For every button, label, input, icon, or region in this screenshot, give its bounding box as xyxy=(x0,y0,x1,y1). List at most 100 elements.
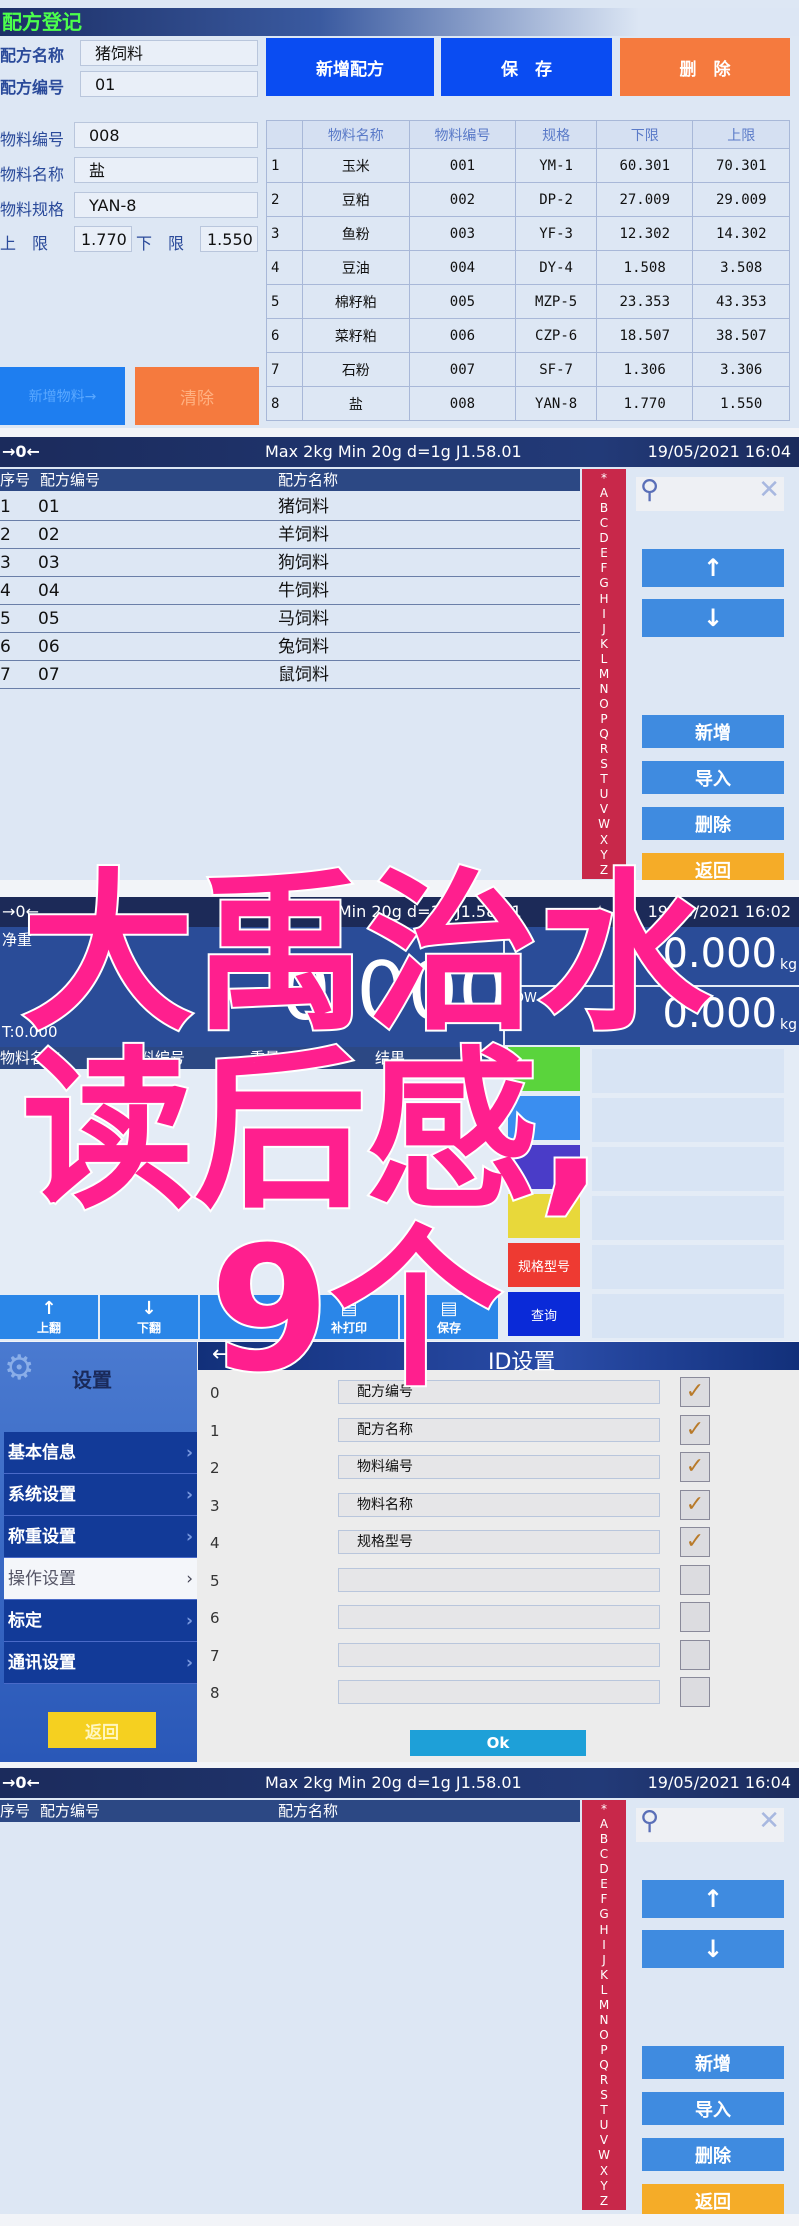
checkbox[interactable] xyxy=(680,1564,710,1595)
recipe-no-field[interactable]: 01 xyxy=(80,71,258,97)
alphabet-letter[interactable]: D xyxy=(582,1862,626,1876)
alphabet-letter[interactable]: N xyxy=(582,682,626,696)
material-name-field[interactable]: 盐 xyxy=(74,157,258,183)
delete-button[interactable]: 删 除 xyxy=(620,38,790,96)
alphabet-letter[interactable]: Q xyxy=(582,727,626,741)
alphabet-letter[interactable]: J xyxy=(582,1953,626,1967)
delete-button[interactable]: 删除 xyxy=(642,807,784,840)
alphabet-letter[interactable]: A xyxy=(582,486,626,500)
alphabet-letter[interactable]: J xyxy=(582,622,626,636)
alphabet-letter[interactable]: G xyxy=(582,1907,626,1921)
scroll-down-button[interactable]: ↓ xyxy=(642,1930,784,1968)
ok-button[interactable]: Ok xyxy=(410,1730,586,1756)
settings-menu-item[interactable]: 称重设置 › xyxy=(4,1516,197,1558)
id-field[interactable]: 物料名称 xyxy=(338,1492,660,1517)
alphabet-letter[interactable]: C xyxy=(582,1847,626,1861)
search-input[interactable]: ⚲ ✕ xyxy=(636,475,784,511)
clear-icon[interactable]: ✕ xyxy=(758,475,780,505)
material-no-field[interactable]: 008 xyxy=(74,122,258,148)
toolbar-button[interactable]: ↑ 上翻 xyxy=(0,1295,98,1339)
table-row[interactable]: 2 豆粕 002 DP-2 27.009 29.009 xyxy=(266,182,790,217)
alphabet-letter[interactable]: M xyxy=(582,1998,626,2012)
new-material-button[interactable]: 新增物料→ xyxy=(0,367,125,425)
list-item[interactable]: 4 04 牛饲料 xyxy=(0,577,580,605)
alphabet-letter[interactable]: K xyxy=(582,637,626,651)
new-recipe-button[interactable]: 新增配方 xyxy=(266,38,434,96)
delete-button[interactable]: 删除 xyxy=(642,2138,784,2171)
alphabet-letter[interactable]: G xyxy=(582,576,626,590)
list-item[interactable]: 6 06 兔饲料 xyxy=(0,633,580,661)
checkbox[interactable] xyxy=(680,1639,710,1670)
alphabet-letter[interactable]: A xyxy=(582,1817,626,1831)
id-field[interactable] xyxy=(338,1567,660,1592)
alphabet-letter[interactable]: R xyxy=(582,2073,626,2087)
alphabet-letter[interactable]: P xyxy=(582,712,626,726)
id-field[interactable] xyxy=(338,1680,660,1704)
alphabet-index[interactable]: * A B C D E F G H I J K L M N O P Q R S T U V W X Y Z xyxy=(582,469,626,879)
alphabet-letter[interactable]: H xyxy=(582,1923,626,1937)
clear-icon[interactable]: ✕ xyxy=(758,1806,780,1836)
alphabet-letter[interactable]: M xyxy=(582,667,626,681)
alphabet-letter[interactable]: B xyxy=(582,501,626,515)
scroll-up-button[interactable]: ↑ xyxy=(642,549,784,587)
settings-menu-item[interactable]: 基本信息 › xyxy=(4,1432,197,1474)
alphabet-letter[interactable]: U xyxy=(582,787,626,801)
alphabet-letter[interactable]: F xyxy=(582,1892,626,1906)
settings-menu-item[interactable]: 标定 › xyxy=(4,1600,197,1642)
back-button[interactable]: 返回 xyxy=(48,1712,156,1748)
list-item[interactable]: 5 05 马饲料 xyxy=(0,605,580,633)
alphabet-letter[interactable]: K xyxy=(582,1968,626,1982)
import-button[interactable]: 导入 xyxy=(642,761,784,794)
settings-menu-item[interactable]: 操作设置 › xyxy=(4,1558,197,1600)
alphabet-letter[interactable]: T xyxy=(582,772,626,786)
table-row[interactable]: 7 石粉 007 SF-7 1.306 3.306 xyxy=(266,352,790,387)
alphabet-letter[interactable]: S xyxy=(582,757,626,771)
alphabet-letter[interactable]: P xyxy=(582,2043,626,2057)
alphabet-letter[interactable]: V xyxy=(582,2133,626,2147)
checkbox[interactable]: ✓ xyxy=(680,1527,710,1557)
side-button[interactable]: 查询 xyxy=(508,1292,580,1336)
table-row[interactable]: 4 豆油 004 DY-4 1.508 3.508 xyxy=(266,250,790,285)
alphabet-letter[interactable]: O xyxy=(582,697,626,711)
alphabet-letter[interactable]: W xyxy=(582,817,626,831)
alphabet-letter[interactable]: R xyxy=(582,742,626,756)
id-field[interactable] xyxy=(338,1605,660,1629)
alphabet-letter[interactable]: C xyxy=(582,516,626,530)
alphabet-letter[interactable]: Y xyxy=(582,2179,626,2193)
alphabet-letter[interactable]: * xyxy=(582,471,626,485)
alphabet-letter[interactable]: U xyxy=(582,2118,626,2132)
settings-menu-item[interactable]: 系统设置 › xyxy=(4,1474,197,1516)
alphabet-letter[interactable]: T xyxy=(582,2103,626,2117)
table-row[interactable]: 3 鱼粉 003 YF-3 12.302 14.302 xyxy=(266,216,790,251)
alphabet-letter[interactable]: V xyxy=(582,802,626,816)
id-field[interactable]: 物料编号 xyxy=(338,1455,660,1479)
alphabet-letter[interactable]: E xyxy=(582,1877,626,1891)
alphabet-letter[interactable]: Z xyxy=(582,2194,626,2208)
table-row[interactable]: 5 棉籽粕 005 MZP-5 23.353 43.353 xyxy=(266,284,790,319)
alphabet-letter[interactable]: F xyxy=(582,561,626,575)
alphabet-letter[interactable]: X xyxy=(582,2164,626,2178)
scroll-up-button[interactable]: ↑ xyxy=(642,1880,784,1918)
checkbox[interactable]: ✓ xyxy=(680,1452,710,1482)
save-button[interactable]: 保 存 xyxy=(441,38,612,96)
alphabet-letter[interactable]: E xyxy=(582,546,626,560)
alphabet-letter[interactable]: W xyxy=(582,2148,626,2162)
alphabet-letter[interactable]: H xyxy=(582,592,626,606)
id-field[interactable] xyxy=(338,1642,660,1667)
list-item[interactable]: 3 03 狗饲料 xyxy=(0,549,580,577)
material-spec-field[interactable]: YAN-8 xyxy=(74,192,258,218)
alphabet-letter[interactable]: O xyxy=(582,2028,626,2042)
settings-menu-item[interactable]: 通讯设置 › xyxy=(4,1642,197,1684)
alphabet-letter[interactable]: I xyxy=(582,1938,626,1952)
alphabet-letter[interactable]: * xyxy=(582,1802,626,1816)
search-input[interactable]: ⚲ ✕ xyxy=(636,1806,784,1842)
table-row[interactable]: 8 盐 008 YAN-8 1.770 1.550 xyxy=(266,386,790,421)
table-row[interactable]: 1 玉米 001 YM-1 60.301 70.301 xyxy=(266,148,790,183)
alphabet-letter[interactable]: B xyxy=(582,1832,626,1846)
checkbox[interactable] xyxy=(680,1602,710,1632)
alphabet-letter[interactable]: N xyxy=(582,2013,626,2027)
alphabet-letter[interactable]: L xyxy=(582,1983,626,1997)
alphabet-letter[interactable]: S xyxy=(582,2088,626,2102)
alphabet-letter[interactable]: L xyxy=(582,652,626,666)
toolbar-button[interactable]: ↓ 下翻 xyxy=(100,1295,198,1339)
